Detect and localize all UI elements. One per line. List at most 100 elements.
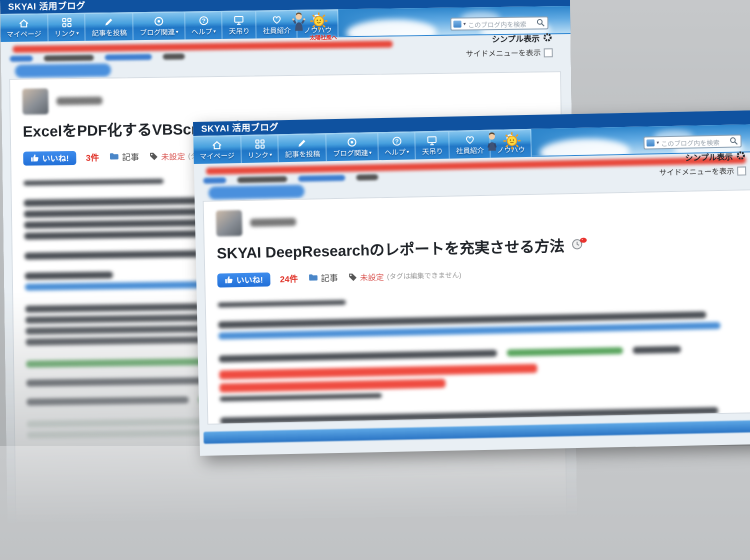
search-scope-icon bbox=[453, 21, 461, 28]
breadcrumb-item bbox=[237, 176, 287, 183]
nav-items: マイページ リンク▾ 記事を投稿 ブログ関連▾ ? ヘルプ▾ 天吊り bbox=[0, 10, 339, 42]
nav-label: 社員紹介 bbox=[456, 146, 484, 157]
side-menu-label: サイドメニューを表示 bbox=[466, 47, 541, 59]
nav-item-post-article[interactable]: 記事を投稿 bbox=[279, 134, 328, 162]
mascot-person bbox=[291, 12, 306, 37]
chevron-down-icon[interactable]: ▾ bbox=[463, 21, 466, 27]
redacted-text-line bbox=[507, 347, 623, 356]
home-icon bbox=[18, 17, 29, 29]
nav-items: マイページ リンク▾ 記事を投稿 ブログ関連▾ ? ヘルプ▾ 天吊り bbox=[193, 130, 532, 164]
chevron-down-icon[interactable]: ▾ bbox=[656, 140, 659, 146]
nav-item-tenzuri[interactable]: 天吊り bbox=[416, 132, 451, 160]
nav-label: リンク bbox=[247, 150, 268, 160]
cloud-graphic bbox=[346, 19, 436, 36]
clock-icon[interactable] bbox=[570, 237, 587, 254]
simple-view-label: シンプル表示 bbox=[492, 33, 540, 45]
nav-label: マイページ bbox=[6, 29, 41, 39]
side-menu-checkbox[interactable] bbox=[737, 166, 746, 175]
side-menu-label: サイドメニューを表示 bbox=[659, 166, 734, 179]
search-input[interactable]: このブログ内を検索 bbox=[661, 136, 728, 147]
nav-label: リンク bbox=[54, 29, 75, 39]
tag-note: (タグは編集できません) bbox=[387, 270, 462, 282]
monitor-icon bbox=[427, 134, 438, 146]
redacted-highlight-line bbox=[219, 379, 445, 393]
mascot-sun bbox=[502, 131, 521, 155]
breadcrumb bbox=[203, 174, 378, 184]
nav-label: ブログ関連 bbox=[333, 148, 368, 159]
redacted-author-name bbox=[250, 218, 296, 227]
nav-item-post-article[interactable]: 記事を投稿 bbox=[86, 13, 134, 41]
post-body-redacted bbox=[218, 292, 749, 425]
tag-icon bbox=[348, 269, 357, 287]
like-count: 3件 bbox=[86, 152, 99, 164]
breadcrumb-link[interactable] bbox=[298, 175, 345, 182]
redacted-text-line bbox=[26, 377, 218, 387]
post-card: SKYAI DeepResearchのレポートを充実させる方法 いいね! 24件… bbox=[203, 189, 750, 425]
side-menu-toggle[interactable]: サイドメニューを表示 bbox=[466, 47, 553, 59]
simple-view-toggle[interactable]: シンプル表示 bbox=[685, 150, 746, 163]
svg-text:?: ? bbox=[395, 139, 399, 145]
category-label: 記事 bbox=[122, 151, 139, 163]
author-row bbox=[22, 81, 548, 114]
redacted-highlight-line bbox=[219, 364, 537, 380]
author-row bbox=[216, 200, 742, 237]
site-title: SKYAI 活用ブログ bbox=[201, 122, 279, 134]
redacted-text-line bbox=[220, 393, 382, 401]
redacted-button[interactable] bbox=[208, 185, 304, 200]
like-button[interactable]: いいね! bbox=[23, 151, 76, 166]
breadcrumb-link[interactable] bbox=[10, 56, 33, 62]
thumbs-up-icon bbox=[30, 153, 39, 164]
nav-label: マイページ bbox=[200, 151, 235, 162]
pin-icon bbox=[346, 136, 357, 148]
side-menu-checkbox[interactable] bbox=[544, 48, 553, 57]
redacted-text-line bbox=[218, 300, 346, 308]
redacted-text-line bbox=[219, 350, 497, 363]
like-button[interactable]: いいね! bbox=[217, 272, 270, 287]
nav-item-tenzuri[interactable]: 天吊り bbox=[223, 11, 257, 38]
folder-icon bbox=[109, 152, 119, 162]
thumbs-up-icon bbox=[224, 275, 233, 286]
search-icon[interactable] bbox=[729, 132, 738, 150]
monitor-icon bbox=[234, 14, 245, 26]
search-icon[interactable] bbox=[536, 14, 545, 32]
breadcrumb-item bbox=[44, 55, 94, 62]
chevron-down-icon: ▾ bbox=[270, 153, 273, 158]
category-link[interactable]: 記事 bbox=[308, 272, 338, 285]
chevron-down-icon: ▾ bbox=[407, 150, 410, 155]
nav-item-blog-related[interactable]: ブログ関連▾ bbox=[134, 12, 186, 40]
nav-item-link[interactable]: リンク▾ bbox=[241, 135, 279, 163]
simple-view-toggle[interactable]: シンプル表示 bbox=[492, 32, 553, 45]
mascot-sun: 太陽社風へ bbox=[309, 11, 337, 41]
nav-item-mypage[interactable]: マイページ bbox=[0, 14, 48, 42]
gear-icon bbox=[736, 150, 746, 162]
nav-label: 天吊り bbox=[229, 27, 250, 37]
chevron-down-icon: ▾ bbox=[176, 30, 179, 35]
redacted-button[interactable] bbox=[15, 63, 111, 77]
category-link[interactable]: 記事 bbox=[109, 151, 139, 163]
grid-icon bbox=[254, 137, 265, 149]
nav-item-help[interactable]: ? ヘルプ▾ bbox=[185, 12, 223, 40]
nav-label: 記事を投稿 bbox=[92, 28, 127, 38]
folder-icon bbox=[308, 273, 318, 283]
nav-label: 天吊り bbox=[422, 147, 443, 157]
nav-item-mypage[interactable]: マイページ bbox=[193, 136, 241, 164]
tag-label: 未設定 bbox=[161, 151, 185, 162]
side-menu-toggle[interactable]: サイドメニューを表示 bbox=[659, 165, 746, 178]
blog-search[interactable]: ▾ このブログ内を検索 bbox=[643, 135, 741, 150]
breadcrumb-link[interactable] bbox=[105, 54, 152, 61]
nav-item-blog-related[interactable]: ブログ関連▾ bbox=[327, 133, 379, 161]
like-count: 24件 bbox=[280, 273, 298, 285]
pencil-icon bbox=[104, 15, 115, 27]
nav-mascots: 太陽社風へ bbox=[291, 11, 337, 42]
heart-icon bbox=[464, 133, 475, 145]
post-title: SKYAI DeepResearchのレポートを充実させる方法 bbox=[217, 232, 743, 264]
breadcrumb-link[interactable] bbox=[203, 177, 226, 183]
pin-icon bbox=[153, 15, 164, 27]
blog-search[interactable]: ▾ このブログ内を検索 bbox=[450, 16, 548, 30]
gear-icon bbox=[543, 32, 553, 44]
redacted-text-line bbox=[633, 346, 681, 354]
search-input[interactable]: このブログ内を検索 bbox=[468, 18, 535, 29]
nav-item-help[interactable]: ? ヘルプ▾ bbox=[378, 132, 416, 160]
nav-item-link[interactable]: リンク▾ bbox=[48, 14, 86, 42]
tag-icon bbox=[149, 148, 158, 166]
